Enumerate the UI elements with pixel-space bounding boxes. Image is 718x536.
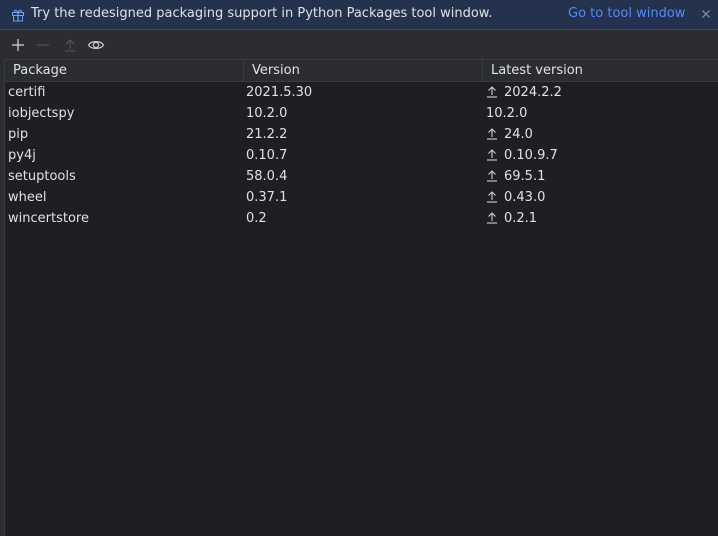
arrow-up-icon <box>65 39 75 52</box>
latest-version-cell: 2024.2.2 <box>486 82 562 103</box>
installed-version-cell: 0.2 <box>246 211 267 226</box>
installed-version-cell: 10.2.0 <box>246 106 288 121</box>
table-row[interactable]: wheel 0.37.1 0.43.0 <box>5 187 718 208</box>
installed-version-cell: 0.10.7 <box>246 148 288 163</box>
latest-version-cell: 0.43.0 <box>486 187 545 208</box>
table-header: Package Version Latest version <box>5 60 718 82</box>
latest-version-label: 0.2.1 <box>504 211 538 226</box>
installed-version-cell: 0.37.1 <box>246 190 288 205</box>
package-name-cell: wincertstore <box>8 211 89 226</box>
upgrade-package-button[interactable] <box>61 36 79 54</box>
table-body: certifi 2021.5.30 2024.2.2 iobjectspy 10.2.0… <box>5 82 718 229</box>
package-name-cell: certifi <box>8 85 46 100</box>
column-header-version[interactable]: Version <box>244 60 483 81</box>
arrow-up-icon <box>487 149 497 161</box>
arrow-up-icon <box>487 170 497 182</box>
latest-version-cell: 0.2.1 <box>486 208 537 229</box>
arrow-up-icon <box>487 128 497 140</box>
package-name-cell: wheel <box>8 190 47 205</box>
latest-version-label: 69.5.1 <box>504 169 546 184</box>
arrow-up-icon <box>487 212 497 224</box>
latest-version-label: 0.43.0 <box>504 190 546 205</box>
latest-version-label: 24.0 <box>504 127 533 142</box>
packages-table: Package Version Latest version certifi 20… <box>4 59 718 536</box>
eye-icon <box>87 41 105 49</box>
show-early-releases-button[interactable] <box>87 36 105 54</box>
installed-version-cell: 21.2.2 <box>246 127 288 142</box>
package-name-cell: iobjectspy <box>8 106 75 121</box>
table-row[interactable]: certifi 2021.5.30 2024.2.2 <box>5 82 718 103</box>
arrow-up-icon <box>487 86 497 98</box>
arrow-up-icon <box>487 191 497 203</box>
installed-version-cell: 58.0.4 <box>246 169 288 184</box>
close-icon[interactable] <box>699 6 713 20</box>
latest-version-cell: 69.5.1 <box>486 166 545 187</box>
latest-version-cell: 10.2.0 <box>486 103 527 124</box>
remove-package-button[interactable] <box>34 36 52 54</box>
go-to-tool-window-link[interactable]: Go to tool window <box>568 6 685 21</box>
table-row[interactable]: pip 21.2.2 24.0 <box>5 124 718 145</box>
package-name-cell: py4j <box>8 148 36 163</box>
add-package-button[interactable] <box>9 36 27 54</box>
packages-panel: Try the redesigned packaging support in … <box>0 0 718 536</box>
notification-banner: Try the redesigned packaging support in … <box>0 0 718 30</box>
package-name-cell: setuptools <box>8 169 76 184</box>
packages-toolbar <box>0 31 718 59</box>
plus-icon <box>12 39 24 51</box>
table-row[interactable]: wincertstore 0.2 0.2.1 <box>5 208 718 229</box>
column-header-package[interactable]: Package <box>5 60 244 81</box>
column-header-latest-version[interactable]: Latest version <box>483 60 718 81</box>
latest-version-cell: 0.10.9.7 <box>486 145 558 166</box>
gift-icon <box>11 7 25 22</box>
installed-version-cell: 2021.5.30 <box>246 85 313 100</box>
minus-icon <box>37 44 49 46</box>
latest-version-cell: 24.0 <box>486 124 533 145</box>
table-row[interactable]: py4j 0.10.7 0.10.9.7 <box>5 145 718 166</box>
table-row[interactable]: iobjectspy 10.2.0 10.2.0 <box>5 103 718 124</box>
latest-version-label: 10.2.0 <box>486 106 528 121</box>
package-name-cell: pip <box>8 127 29 142</box>
latest-version-label: 0.10.9.7 <box>504 148 558 163</box>
latest-version-label: 2024.2.2 <box>504 85 562 100</box>
banner-message: Try the redesigned packaging support in … <box>31 6 493 21</box>
table-row[interactable]: setuptools 58.0.4 69.5.1 <box>5 166 718 187</box>
